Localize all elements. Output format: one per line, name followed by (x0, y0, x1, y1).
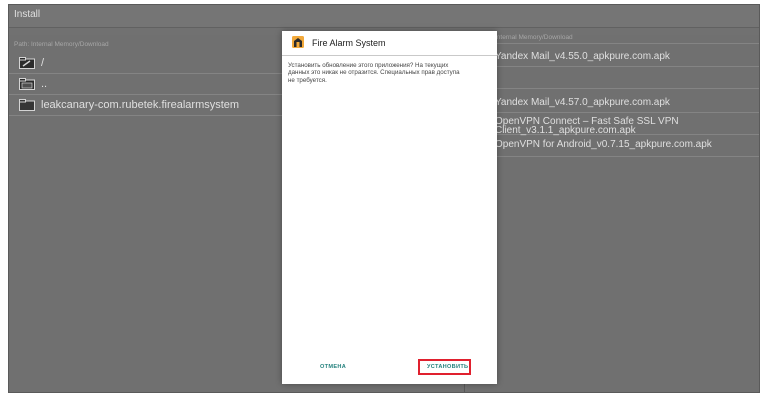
dialog-message: Установить обновление этого приложения? … (288, 62, 493, 84)
fire-alarm-app-icon (292, 36, 304, 48)
install-button[interactable]: УСТАНОВИТЬ (418, 359, 471, 375)
dialog-title: Fire Alarm System (312, 38, 386, 48)
dialog-message-line: Установить обновление этого приложения? … (288, 62, 449, 69)
dialog-message-line: не требуется. (288, 76, 327, 84)
dialog-header: Fire Alarm System (282, 31, 497, 56)
install-dialog: Fire Alarm System Установить обновление … (282, 31, 497, 384)
cancel-button[interactable]: ОТМЕНА (320, 364, 346, 370)
dialog-message-line: данных это никак не отразится. Специальн… (288, 69, 460, 77)
install-button-label: УСТАНОВИТЬ (427, 364, 469, 370)
